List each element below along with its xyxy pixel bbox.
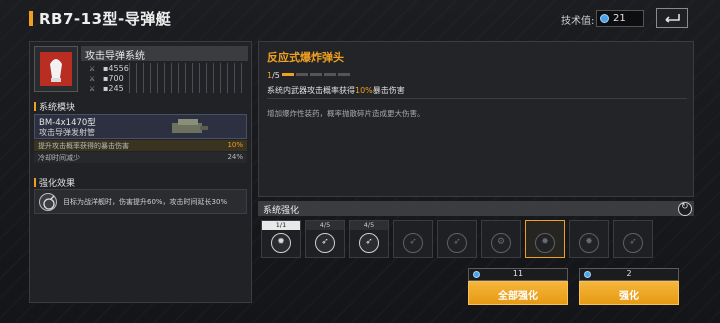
bomb-icon <box>39 193 57 211</box>
stat-speed: ⚔ ▪245 <box>89 84 124 93</box>
system-enhance-title: 系统强化 <box>263 206 300 216</box>
missile-icon: ➶ <box>315 233 335 253</box>
weapon-panel: 攻击导弹系统 ⚔ ▪4556 ⚔ ▪700 ⚔ ▪245 系统模块 BM-4x1… <box>29 41 252 303</box>
section-mark <box>34 178 36 187</box>
stat-range: ⚔ ▪700 <box>89 74 124 83</box>
enhance-slot-2[interactable]: 4/5 ➶ <box>305 220 345 258</box>
level-pip <box>296 73 308 76</box>
enhance-label: 强化 <box>619 291 639 302</box>
ability-panel: 反应式爆炸弹头 1/5 系统内武器攻击概率获得10%暴击伤害 增加爆炸性装药，概… <box>258 41 694 197</box>
back-arrow-icon <box>665 14 680 23</box>
enhance-all-cost: 11 <box>468 268 568 281</box>
back-button[interactable] <box>656 8 688 28</box>
module-row-cooldown: 冷却时间减少 24% <box>34 152 247 163</box>
enhance-slot-1[interactable]: 1/1 ✹ <box>261 220 301 258</box>
stat-ticks <box>129 63 247 93</box>
page-title: RB7-13型-导弹艇 <box>39 10 172 28</box>
enhance-slot-3[interactable]: 4/5 ➶ <box>349 220 389 258</box>
sword-icon: ⚔ <box>89 84 96 93</box>
weapon-card[interactable]: 攻击导弹系统 ⚔ ▪4556 ⚔ ▪700 ⚔ ▪245 <box>34 46 248 96</box>
bomb-icon: ✹ <box>271 233 291 253</box>
module-row-value: 10% <box>227 141 243 149</box>
stat-damage: ⚔ ▪4556 <box>89 64 129 73</box>
launcher-art-icon <box>172 119 208 133</box>
slot-count: 4/5 <box>306 221 344 230</box>
module-sub: 攻击导弹发射管 <box>39 128 95 137</box>
header: RB7-13型-导弹艇 技术值: 21 <box>0 0 720 38</box>
level-pip <box>282 73 294 76</box>
weapon-name-bar: 攻击导弹系统 <box>81 46 248 62</box>
slot-count: 4/5 <box>350 221 388 230</box>
enhance-all-label: 全部强化 <box>498 291 538 302</box>
weapon-icon-bg <box>40 52 72 86</box>
enhance-section-title: 强化效果 <box>34 176 75 189</box>
modules-section-title: 系统模块 <box>34 100 75 113</box>
level-pip <box>338 73 350 76</box>
weapon-icon-frame <box>34 46 78 92</box>
enhance-section-label: 强化效果 <box>39 179 76 189</box>
stat-range-value: ▪700 <box>103 74 124 83</box>
enhance-all-cost-value: 11 <box>512 269 524 278</box>
missile-icon: ➶ <box>623 233 643 253</box>
enhance-effect-card: 目标为战洋舰时，伤害提升60%，攻击时间延长30% <box>34 189 247 214</box>
weapon-name: 攻击导弹系统 <box>85 51 145 62</box>
ability-level-max: /5 <box>272 71 280 80</box>
tech-gem-icon <box>600 14 609 23</box>
section-mark <box>34 102 36 111</box>
missile-icon: ➶ <box>447 233 467 253</box>
enhance-slot-5[interactable]: ➶ <box>437 220 477 258</box>
missile-icon: ➶ <box>403 233 423 253</box>
module-row-value: 24% <box>227 153 243 161</box>
module-header: BM-4x1470型 攻击导弹发射管 <box>34 114 247 139</box>
enhance-slot-7[interactable]: ✸ <box>525 220 565 258</box>
modules-section-label: 系统模块 <box>39 103 76 113</box>
refresh-icon: ↻ <box>681 202 689 212</box>
explosion-icon: ✸ <box>535 233 555 253</box>
refresh-button[interactable]: ↻ <box>678 202 692 216</box>
ability-level-pips <box>282 73 350 76</box>
enhance-button[interactable]: 强化 <box>579 281 679 305</box>
enhance-cost: 2 <box>579 268 679 281</box>
title-accent <box>29 11 33 26</box>
level-pip <box>310 73 322 76</box>
enhance-slot-8[interactable]: ✸ <box>569 220 609 258</box>
module-row-label: 提升攻击概率获得的暴击伤害 <box>38 142 129 150</box>
tech-value: 21 <box>613 13 626 24</box>
tech-value-label: 技术值: <box>561 16 595 27</box>
tech-value-box: 21 <box>596 10 644 27</box>
enhance-effect-text: 目标为战洋舰时，伤害提升60%，攻击时间延长30% <box>63 198 228 206</box>
module-row-crit: 提升攻击概率获得的暴击伤害 10% <box>34 140 247 151</box>
enhance-slot-6[interactable]: ⚙ <box>481 220 521 258</box>
level-pip <box>324 73 336 76</box>
ability-detail: 增加爆炸性装药，概率抛散碎片造成更大伤害。 <box>267 109 425 118</box>
sword-icon: ⚔ <box>89 74 96 83</box>
gear-icon: ⚙ <box>491 233 511 253</box>
sword-icon: ⚔ <box>89 64 96 73</box>
slot-count: 1/1 <box>262 221 300 230</box>
enhance-cost-value: 2 <box>626 269 632 278</box>
ability-description: 系统内武器攻击概率获得10%暴击伤害 <box>267 86 405 95</box>
module-row-label: 冷却时间减少 <box>38 154 80 162</box>
ability-title: 反应式爆炸弹头 <box>267 51 344 64</box>
module-card[interactable]: BM-4x1470型 攻击导弹发射管 提升攻击概率获得的暴击伤害 10% 冷却时… <box>34 114 247 169</box>
enhance-slot-9[interactable]: ➶ <box>613 220 653 258</box>
ability-highlight-value: 10% <box>355 86 373 95</box>
ability-level: 1/5 <box>267 71 280 80</box>
stat-speed-value: ▪245 <box>103 84 124 93</box>
missile-icon: ➶ <box>359 233 379 253</box>
stat-damage-value: ▪4556 <box>103 64 129 73</box>
missile-shell-icon <box>50 59 62 82</box>
system-enhance-header: 系统强化 <box>258 201 694 216</box>
explosion-icon: ✸ <box>579 233 599 253</box>
enhance-all-button[interactable]: 全部强化 <box>468 281 568 305</box>
enhance-slot-4[interactable]: ➶ <box>393 220 433 258</box>
divider <box>267 98 687 99</box>
